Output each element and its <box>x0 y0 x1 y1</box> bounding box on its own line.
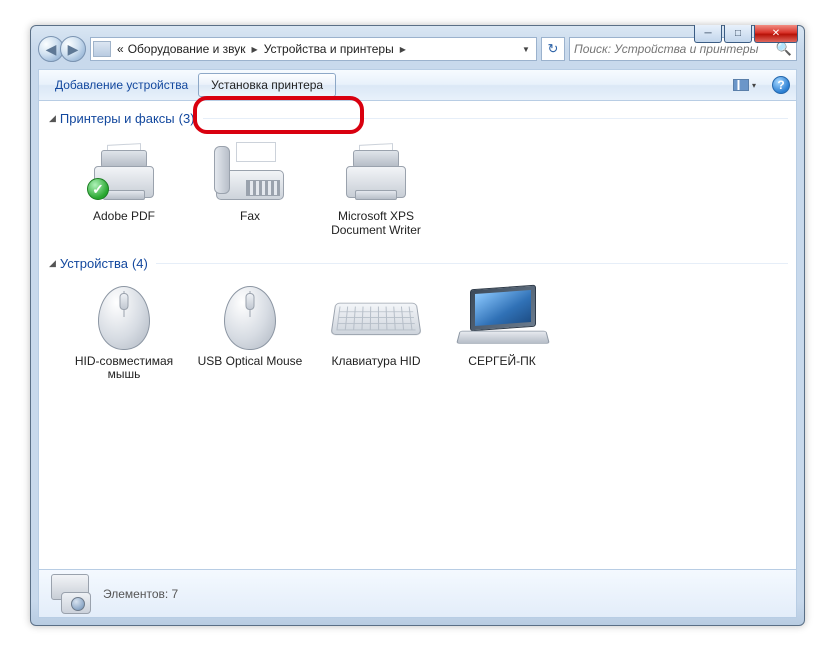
keyboard-icon <box>332 285 420 351</box>
device-label: HID-совместимая мышь <box>67 355 181 383</box>
breadcrumb-segment-hardware[interactable]: Оборудование и звук <box>126 42 248 56</box>
printer-icon <box>332 140 420 206</box>
add-printer-button[interactable]: Установка принтера <box>198 73 336 97</box>
device-label: Adobe PDF <box>67 210 181 224</box>
window-controls: ─ □ ✕ <box>694 25 798 43</box>
collapse-icon: ◢ <box>49 113 56 124</box>
chevron-right-icon[interactable]: ▶ <box>396 45 410 54</box>
nav-row: ◀ ▶ « Оборудование и звук ▶ Устройства и… <box>38 33 797 65</box>
devices-icon <box>93 41 111 57</box>
mouse-icon <box>80 285 168 351</box>
devices-items: HID-совместимая мышь USB Optical Mouse К… <box>47 275 788 397</box>
default-check-icon: ✓ <box>87 178 109 200</box>
device-label: Microsoft XPS Document Writer <box>319 210 433 238</box>
address-bar[interactable]: « Оборудование и звук ▶ Устройства и при… <box>90 37 537 61</box>
breadcrumb-prefix[interactable]: « <box>115 42 126 56</box>
address-dropdown-icon[interactable]: ▼ <box>518 45 534 54</box>
explorer-window: ─ □ ✕ ◀ ▶ « Оборудование и звук ▶ Устрой… <box>30 25 805 626</box>
laptop-icon <box>458 285 546 351</box>
group-count: (3) <box>179 111 195 126</box>
view-options-button[interactable]: ▾ <box>727 76 762 94</box>
collapse-icon: ◢ <box>49 258 56 269</box>
group-header-devices[interactable]: ◢ Устройства (4) <box>47 252 788 275</box>
group-title: Принтеры и факсы <box>60 111 175 126</box>
device-label: Fax <box>193 210 307 224</box>
device-hid-keyboard[interactable]: Клавиатура HID <box>317 281 435 387</box>
fax-icon <box>206 140 294 206</box>
device-label: USB Optical Mouse <box>193 355 307 369</box>
search-input[interactable] <box>574 42 776 56</box>
printer-icon: ✓ <box>80 140 168 206</box>
minimize-button[interactable]: ─ <box>694 25 722 43</box>
forward-button[interactable]: ▶ <box>60 36 86 62</box>
device-computer[interactable]: СЕРГЕЙ-ПК <box>443 281 561 387</box>
details-pane: Элементов: 7 <box>38 570 797 618</box>
breadcrumb-segment-devices[interactable]: Устройства и принтеры <box>262 42 396 56</box>
device-usb-mouse[interactable]: USB Optical Mouse <box>191 281 309 387</box>
device-label: СЕРГЕЙ-ПК <box>445 355 559 369</box>
content-area: ◢ Принтеры и факсы (3) ✓ Adobe PDF Fax <box>38 101 797 570</box>
devices-summary-icon <box>47 574 95 614</box>
group-count: (4) <box>132 256 148 271</box>
add-device-button[interactable]: Добавление устройства <box>45 74 198 96</box>
chevron-right-icon[interactable]: ▶ <box>248 45 262 54</box>
view-icon <box>733 79 749 91</box>
maximize-button[interactable]: □ <box>724 25 752 43</box>
device-adobe-pdf[interactable]: ✓ Adobe PDF <box>65 136 183 242</box>
mouse-icon <box>206 285 294 351</box>
chevron-down-icon: ▾ <box>752 81 756 90</box>
device-xps-writer[interactable]: Microsoft XPS Document Writer <box>317 136 435 242</box>
device-fax[interactable]: Fax <box>191 136 309 242</box>
toolbar-right: ▾ ? <box>727 76 790 94</box>
device-label: Клавиатура HID <box>319 355 433 369</box>
close-button[interactable]: ✕ <box>754 25 798 43</box>
item-count-label: Элементов: 7 <box>103 587 178 601</box>
group-title: Устройства <box>60 256 128 271</box>
group-header-printers[interactable]: ◢ Принтеры и факсы (3) <box>47 107 788 130</box>
search-icon[interactable]: 🔍 <box>776 41 792 57</box>
command-bar: Добавление устройства Установка принтера… <box>38 69 797 101</box>
printers-items: ✓ Adobe PDF Fax Microsoft XPS Document W… <box>47 130 788 252</box>
nav-buttons: ◀ ▶ <box>38 36 86 62</box>
help-button[interactable]: ? <box>772 76 790 94</box>
refresh-button[interactable]: ↻ <box>541 37 565 61</box>
device-hid-mouse[interactable]: HID-совместимая мышь <box>65 281 183 387</box>
